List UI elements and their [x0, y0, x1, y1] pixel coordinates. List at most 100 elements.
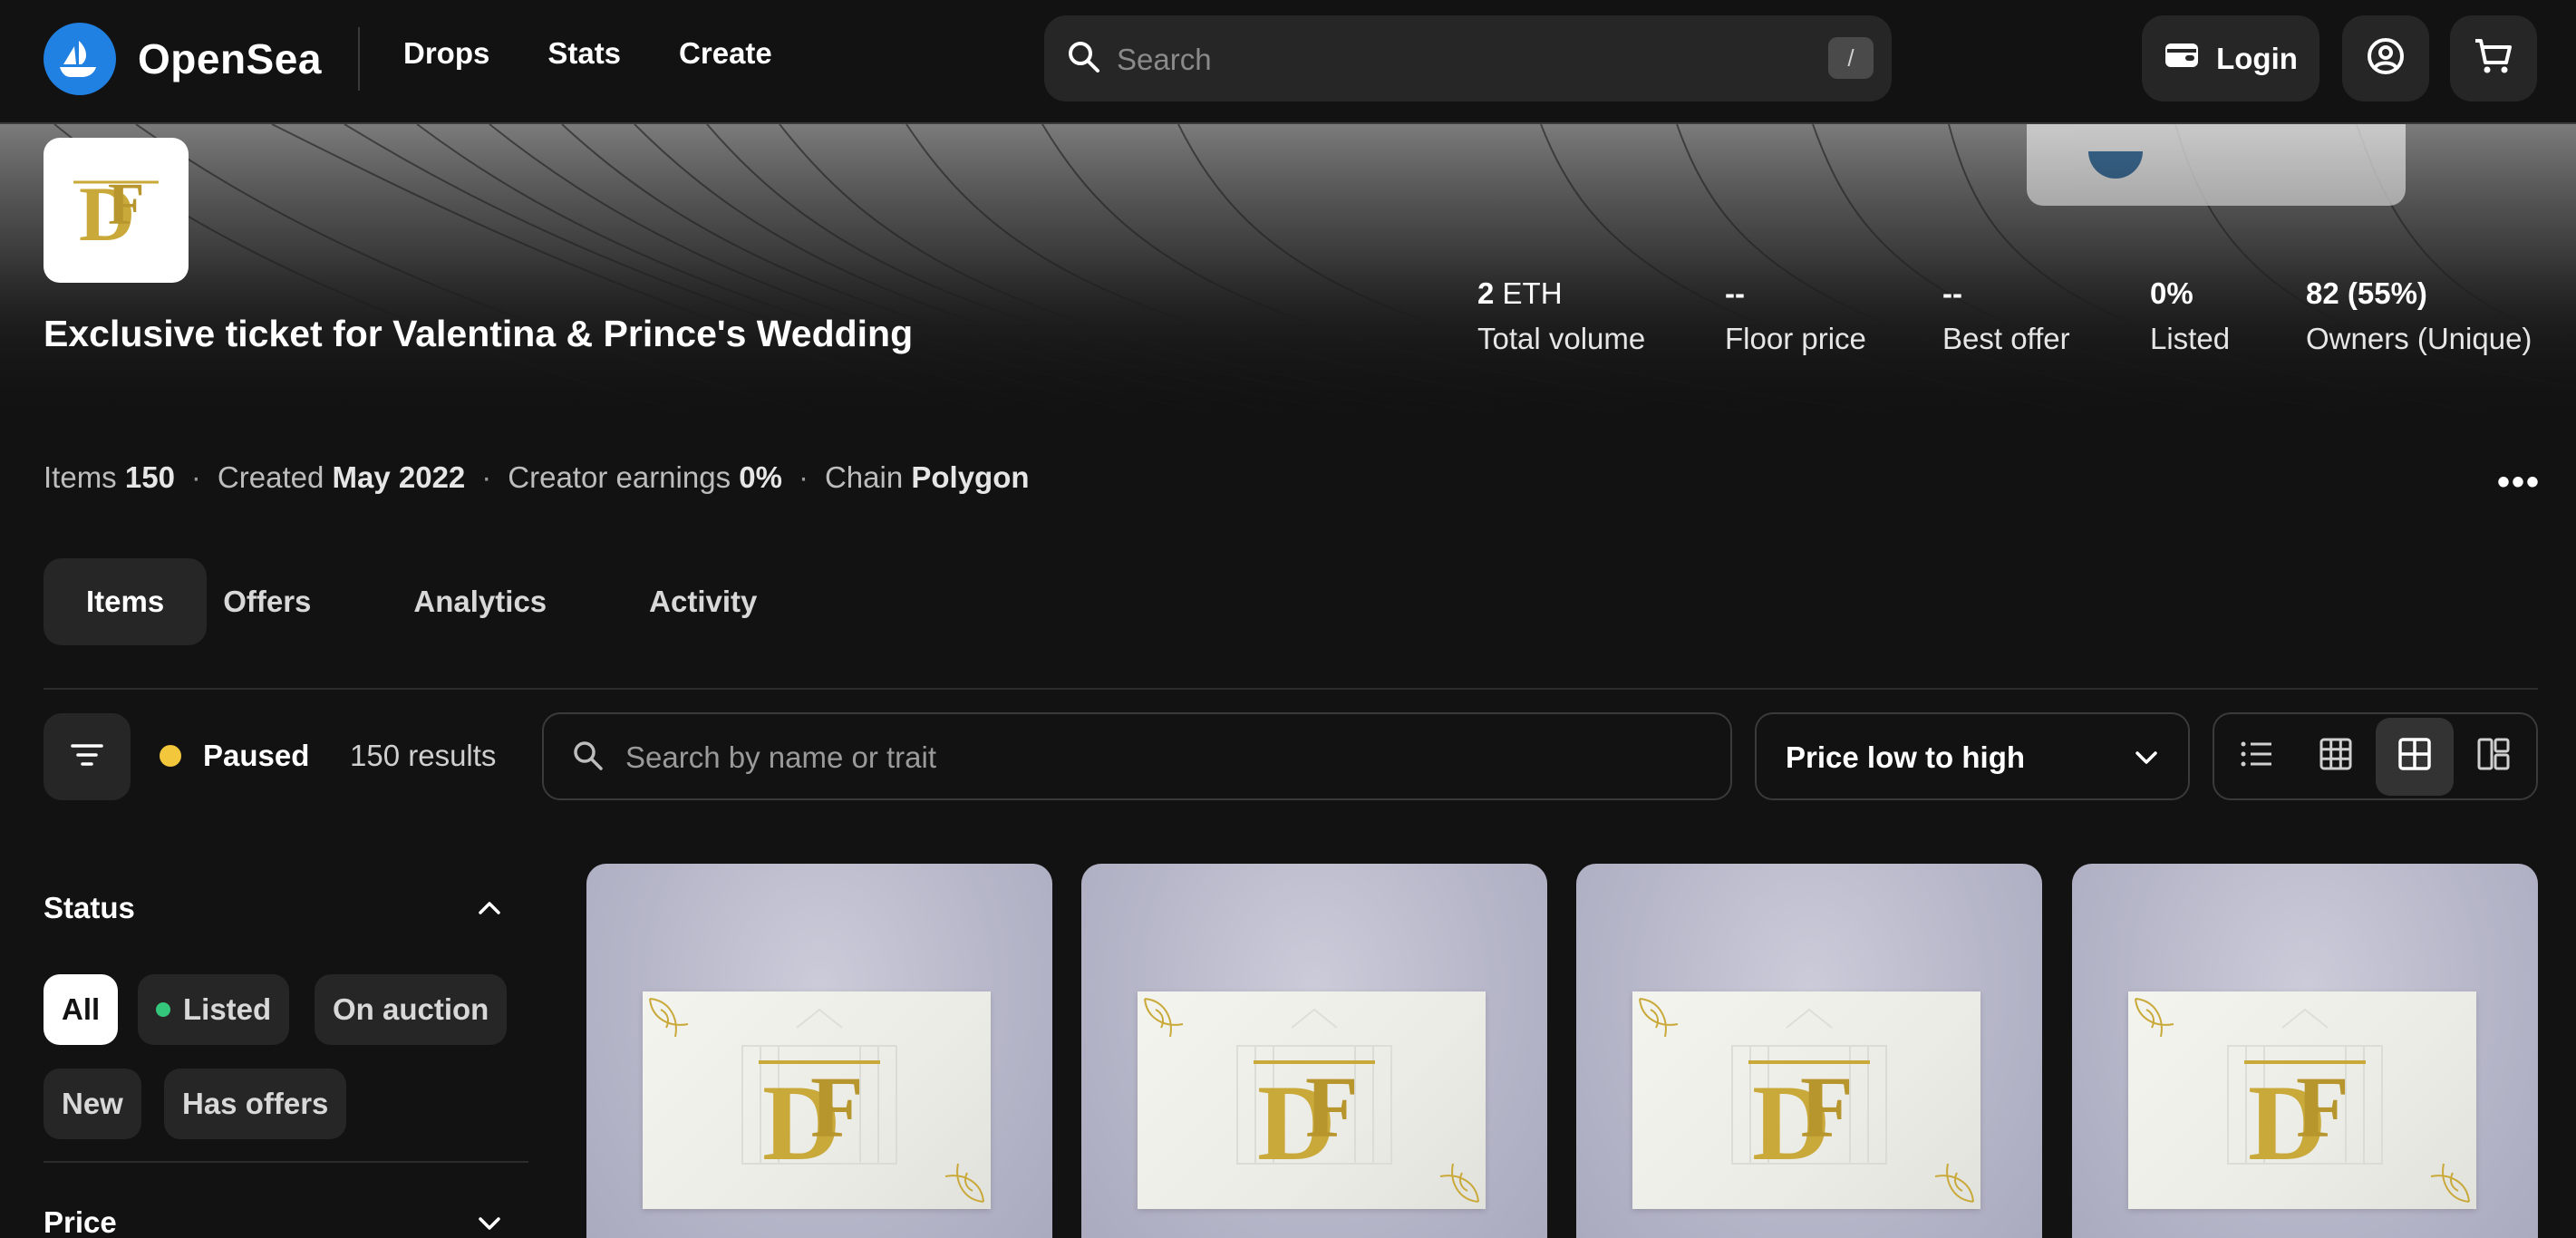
tab-offers[interactable]: Offers	[207, 558, 353, 645]
nft-ticket-image: D F	[1138, 991, 1486, 1209]
chip-label: On auction	[333, 992, 489, 1026]
results-count: 150 results	[350, 739, 497, 772]
stat-best-offer: -- Best offer	[1942, 276, 2070, 356]
item-search-placeholder: Search by name or trait	[625, 740, 936, 774]
chevron-down-icon	[2130, 741, 2163, 779]
status-chip-listed[interactable]: Listed	[138, 974, 290, 1045]
meta-items: Items 150	[44, 460, 175, 494]
more-options-button[interactable]: •••	[2497, 462, 2541, 503]
nft-ticket-image: D F	[2128, 991, 2476, 1209]
login-label: Login	[2216, 41, 2298, 75]
nav-link-create[interactable]: Create	[679, 36, 772, 71]
stat-label: Listed	[2150, 322, 2231, 355]
nft-card[interactable]: D F	[586, 864, 1052, 1238]
stat-floor-price: -- Floor price	[1725, 276, 1866, 356]
meta-creator-earnings: Creator earnings 0%	[508, 460, 782, 494]
meta-separator: ·	[481, 460, 492, 494]
status-label: Paused	[203, 739, 310, 772]
stat-value: --	[1725, 276, 1745, 310]
price-filter-title[interactable]: Price	[44, 1205, 117, 1238]
view-grid-large-button[interactable]	[2375, 717, 2455, 796]
view-list-button[interactable]	[2218, 718, 2297, 796]
listed-dot	[156, 1002, 170, 1017]
view-mode-switcher	[2213, 712, 2538, 800]
status-chip-all[interactable]: All	[44, 974, 119, 1045]
stat-listed: 0% Listed	[2150, 276, 2230, 356]
opensea-collection-page: OpenSea Drops Stats Create Search / Logi…	[0, 0, 2576, 1238]
svg-text:F: F	[1800, 1059, 1854, 1156]
grid-small-icon	[2319, 737, 2353, 776]
meta-separator: ·	[798, 460, 809, 494]
stat-value: 2	[1477, 276, 1495, 310]
collection-banner	[0, 124, 2576, 414]
svg-text:F: F	[810, 1059, 864, 1156]
stat-label: Best offer	[1942, 322, 2070, 355]
item-search-input[interactable]: Search by name or trait	[542, 712, 1732, 800]
opensea-boat-icon	[44, 23, 116, 95]
filter-icon	[69, 741, 105, 773]
search-shortcut-badge: /	[1828, 37, 1874, 79]
chevron-up-icon[interactable]	[473, 892, 506, 929]
grid-large-icon	[2397, 737, 2432, 776]
nav-link-drops[interactable]: Drops	[403, 36, 489, 71]
global-search-input[interactable]: Search /	[1044, 15, 1892, 102]
cart-button[interactable]	[2450, 15, 2537, 102]
stat-owners: 82 (55%) Owners (Unique)	[2306, 276, 2532, 356]
collection-meta: Items 150 · Created May 2022 · Creator e…	[44, 460, 1030, 495]
stat-unit: ETH	[1494, 276, 1563, 310]
chip-label: Listed	[183, 992, 272, 1026]
brand-name: OpenSea	[138, 35, 322, 82]
nft-ticket-image: D F	[1632, 991, 1980, 1209]
stat-label: Total volume	[1477, 322, 1646, 355]
meta-chain: Chain Polygon	[824, 460, 1030, 494]
stat-value: 0%	[2150, 276, 2193, 310]
status-filter-title[interactable]: Status	[44, 891, 135, 925]
stat-label: Floor price	[1725, 322, 1866, 355]
wallet-icon	[2164, 40, 2200, 78]
status-indicator-dot	[160, 745, 181, 767]
tab-activity[interactable]: Activity	[589, 558, 799, 645]
tab-items[interactable]: Items	[44, 558, 208, 645]
meta-separator: ·	[190, 460, 201, 494]
nav-links: Drops Stats Create	[403, 36, 772, 71]
stat-value: 82 (55%)	[2306, 276, 2427, 310]
nav-link-stats[interactable]: Stats	[547, 36, 621, 71]
stat-value: --	[1942, 276, 1962, 310]
collection-title: Exclusive ticket for Valentina & Prince'…	[44, 313, 914, 354]
search-placeholder: Search	[1117, 43, 1212, 76]
filter-toggle-button[interactable]	[44, 713, 131, 800]
status-chip-has-offers[interactable]: Has offers	[164, 1069, 347, 1139]
tabs-divider	[44, 688, 2538, 690]
search-icon	[1064, 37, 1104, 82]
chip-label: New	[62, 1087, 123, 1120]
sort-selected-value: Price low to high	[1786, 740, 2026, 774]
svg-text:F: F	[1305, 1059, 1359, 1156]
nft-card[interactable]: D F	[1576, 864, 2042, 1238]
sidebar-divider	[44, 1161, 528, 1163]
nav-divider	[358, 27, 360, 91]
list-view-icon	[2239, 738, 2275, 775]
svg-text:F: F	[2296, 1059, 2349, 1156]
brand-logo-link[interactable]: OpenSea	[44, 23, 322, 95]
sort-dropdown[interactable]: Price low to high	[1755, 712, 2190, 800]
collection-logo: D F	[44, 138, 189, 283]
nft-ticket-image: D F	[643, 991, 991, 1209]
login-button[interactable]: Login	[2142, 15, 2319, 102]
top-navbar: OpenSea Drops Stats Create Search / Logi…	[0, 0, 2576, 124]
chevron-down-icon[interactable]	[473, 1207, 506, 1238]
nft-card[interactable]: D F	[1081, 864, 1547, 1238]
monogram-df-icon: D F	[73, 170, 159, 257]
tab-analytics[interactable]: Analytics	[353, 558, 589, 645]
nft-card[interactable]: D F	[2072, 864, 2538, 1238]
status-chip-on-auction[interactable]: On auction	[315, 974, 508, 1045]
account-icon	[2366, 36, 2406, 81]
status-chip-new[interactable]: New	[44, 1069, 141, 1139]
view-grid-small-button[interactable]	[2297, 718, 2376, 796]
meta-created: Created May 2022	[217, 460, 466, 494]
stat-label: Owners (Unique)	[2306, 322, 2532, 355]
account-button[interactable]	[2342, 15, 2429, 102]
collection-tabs: Items Offers Analytics Activity	[44, 558, 799, 645]
view-masonry-button[interactable]	[2454, 718, 2532, 796]
cart-icon	[2473, 36, 2514, 81]
chip-label: Has offers	[182, 1087, 329, 1120]
